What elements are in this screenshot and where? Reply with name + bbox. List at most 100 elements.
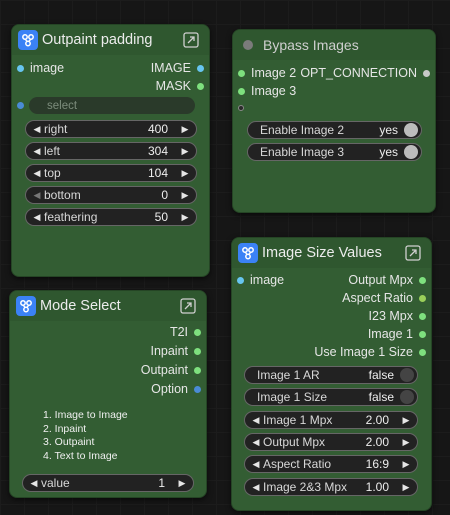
widget-label: value xyxy=(41,476,70,490)
combo-widget-aspect-ratio[interactable]: ◀ Aspect Ratio 16:9 ▶ xyxy=(244,455,418,473)
number-widget-feathering[interactable]: ◀ feathering 50 ▶ xyxy=(25,208,197,226)
widget-label: top xyxy=(44,166,61,180)
mode-select-node[interactable]: Mode Select T2I Inpaint Outpaint Option … xyxy=(9,290,207,498)
expand-icon[interactable] xyxy=(405,245,421,261)
node-header[interactable]: Bypass Images xyxy=(233,30,435,60)
output-slot-output-mpx[interactable] xyxy=(419,276,426,284)
input-slot-image[interactable] xyxy=(237,276,244,284)
widget-label: feathering xyxy=(44,210,98,224)
output-slot-use-image1-size[interactable] xyxy=(419,348,426,356)
increment-icon[interactable]: ▶ xyxy=(178,212,192,223)
increment-icon[interactable]: ▶ xyxy=(399,482,413,493)
decrement-icon[interactable]: ◀ xyxy=(27,478,41,489)
increment-icon[interactable]: ▶ xyxy=(178,146,192,157)
decrement-icon[interactable]: ◀ xyxy=(249,459,263,470)
output-label: Aspect Ratio xyxy=(342,291,413,305)
expand-icon[interactable] xyxy=(183,32,199,48)
io-row-aspect-ratio[interactable]: Aspect Ratio xyxy=(232,289,431,307)
io-row-inpaint[interactable]: Inpaint xyxy=(10,342,206,360)
collapse-dot-icon[interactable] xyxy=(243,40,253,50)
number-widget-output-mpx[interactable]: ◀ Output Mpx 2.00 ▶ xyxy=(244,433,418,451)
io-row-image1[interactable]: Image 1 xyxy=(232,325,431,343)
decrement-icon[interactable]: ◀ xyxy=(30,146,44,157)
toggle-value: false xyxy=(368,368,394,382)
number-widget-bottom[interactable]: ◀ bottom 0 ▶ xyxy=(25,186,197,204)
input-slot-image[interactable] xyxy=(17,64,24,72)
toggle-knob[interactable] xyxy=(404,123,418,137)
io-row-t2i[interactable]: T2I xyxy=(10,323,206,341)
io-row-image3[interactable]: Image 3 xyxy=(233,82,435,100)
increment-icon[interactable]: ▶ xyxy=(399,415,413,426)
output-slot-outpaint[interactable] xyxy=(194,366,201,374)
io-row-i23-mpx[interactable]: I23 Mpx xyxy=(232,307,431,325)
output-slot-option[interactable] xyxy=(194,385,201,393)
increment-icon[interactable]: ▶ xyxy=(178,190,192,201)
node-header[interactable]: Outpaint padding xyxy=(12,25,209,55)
decrement-icon[interactable]: ◀ xyxy=(30,124,44,135)
io-row-option[interactable]: Option xyxy=(10,380,206,398)
widget-value: 0 xyxy=(161,188,168,202)
output-label: MASK xyxy=(155,79,191,93)
increment-icon[interactable]: ▶ xyxy=(399,459,413,470)
output-slot-image1[interactable] xyxy=(419,330,426,338)
output-slot-mask[interactable] xyxy=(197,82,204,90)
output-slot-image[interactable] xyxy=(197,64,204,72)
io-row-mask[interactable]: MASK xyxy=(12,77,209,95)
io-row-image2[interactable]: Image 2 OPT_CONNECTION xyxy=(233,64,435,82)
input-slot-image2[interactable] xyxy=(238,69,245,77)
number-widget-top[interactable]: ◀ top 104 ▶ xyxy=(25,164,197,182)
toggle-image1-ar[interactable]: Image 1 AR false xyxy=(244,366,418,384)
expand-icon[interactable] xyxy=(180,298,196,314)
io-row-image[interactable]: image IMAGE xyxy=(12,59,209,77)
increment-icon[interactable]: ▶ xyxy=(178,124,192,135)
toggle-enable-image3[interactable]: Enable Image 3 yes xyxy=(247,143,422,161)
output-slot-t2i[interactable] xyxy=(194,328,201,336)
number-widget-right[interactable]: ◀ right 400 ▶ xyxy=(25,120,197,138)
decrement-icon[interactable]: ◀ xyxy=(249,415,263,426)
select-field[interactable]: select xyxy=(29,97,195,114)
number-widget-image23-mpx[interactable]: ◀ Image 2&3 Mpx 1.00 ▶ xyxy=(244,478,418,496)
increment-icon[interactable]: ▶ xyxy=(178,168,192,179)
input-slot-select[interactable] xyxy=(17,102,24,109)
output-slot-i23-mpx[interactable] xyxy=(419,312,426,320)
toggle-knob[interactable] xyxy=(400,368,414,382)
image-size-values-node[interactable]: Image Size Values image Output Mpx Aspec… xyxy=(231,237,432,511)
node-header[interactable]: Image Size Values xyxy=(232,238,431,268)
decrement-icon[interactable]: ◀ xyxy=(30,190,44,201)
toggle-enable-image2[interactable]: Enable Image 2 yes xyxy=(247,121,422,139)
node-header[interactable]: Mode Select xyxy=(10,291,206,321)
widget-label: Image 2&3 Mpx xyxy=(263,480,348,494)
output-label: IMAGE xyxy=(150,61,191,75)
widget-value: 1 xyxy=(158,476,165,490)
io-row-use-image1-size[interactable]: Use Image 1 Size xyxy=(232,343,431,361)
number-widget-image1-mpx[interactable]: ◀ Image 1 Mpx 2.00 ▶ xyxy=(244,411,418,429)
increment-icon[interactable]: ▶ xyxy=(175,478,189,489)
widget-label: Aspect Ratio xyxy=(263,457,332,471)
mode-list-item: 1. Image to Image xyxy=(43,409,128,421)
decrement-icon[interactable]: ◀ xyxy=(30,212,44,223)
node-graph-icon xyxy=(18,30,38,50)
toggle-image1-size[interactable]: Image 1 Size false xyxy=(244,388,418,406)
decrement-icon[interactable]: ◀ xyxy=(249,482,263,493)
number-widget-left[interactable]: ◀ left 304 ▶ xyxy=(25,142,197,160)
toggle-knob[interactable] xyxy=(404,145,418,159)
increment-icon[interactable]: ▶ xyxy=(399,437,413,448)
output-label: Use Image 1 Size xyxy=(314,345,413,359)
number-widget-value[interactable]: ◀ value 1 ▶ xyxy=(22,474,194,492)
bypass-images-node[interactable]: Bypass Images Image 2 OPT_CONNECTION Ima… xyxy=(232,29,436,213)
node-graph-icon xyxy=(16,296,36,316)
node-graph-icon xyxy=(238,243,258,263)
outpaint-padding-node[interactable]: Outpaint padding image IMAGE MASK select… xyxy=(11,24,210,277)
io-row-image[interactable]: image Output Mpx xyxy=(232,271,431,289)
io-row-outpaint[interactable]: Outpaint xyxy=(10,361,206,379)
output-slot-aspect-ratio[interactable] xyxy=(419,294,426,302)
output-slot-opt-connection[interactable] xyxy=(423,69,430,77)
input-slot-extra[interactable] xyxy=(238,105,244,111)
widget-label: right xyxy=(44,122,68,136)
widget-value: 2.00 xyxy=(365,413,389,427)
toggle-knob[interactable] xyxy=(400,390,414,404)
output-slot-inpaint[interactable] xyxy=(194,347,201,355)
decrement-icon[interactable]: ◀ xyxy=(249,437,263,448)
decrement-icon[interactable]: ◀ xyxy=(30,168,44,179)
input-slot-image3[interactable] xyxy=(238,87,245,95)
